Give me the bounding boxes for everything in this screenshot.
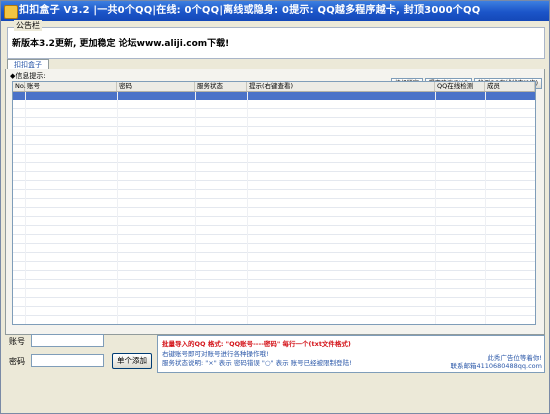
col-divider <box>247 92 248 324</box>
col-no[interactable]: No. <box>13 82 26 91</box>
account-label: 账号 <box>9 337 25 346</box>
title-bar[interactable]: 扣扣盒子 V3.2 |一共0个QQ|在线: 0个QQ|离线或隐身: 0提示: Q… <box>1 1 549 21</box>
notice-board: 公告栏 新版本3.2更新, 更加稳定 论坛www.aliji.com下载! <box>7 20 545 59</box>
main-window: 扣扣盒子 V3.2 |一共0个QQ|在线: 0个QQ|离线或隐身: 0提示: Q… <box>0 0 550 414</box>
help-box: 批量导入的QQ 格式: "QQ账号----密码" 每行一个(txt文件格式) 右… <box>157 335 545 373</box>
add-single-button[interactable]: 单个添加 <box>112 353 152 369</box>
window-title: 扣扣盒子 V3.2 |一共0个QQ|在线: 0个QQ|离线或隐身: 0提示: Q… <box>19 5 481 16</box>
notice-caption: 公告栏 <box>14 20 42 31</box>
col-divider <box>195 92 196 324</box>
col-member[interactable]: 成员 <box>485 82 535 91</box>
col-service-status[interactable]: 服务状态 <box>195 82 247 91</box>
password-label: 密码 <box>9 357 25 366</box>
col-divider <box>485 92 486 324</box>
col-divider <box>25 92 26 324</box>
col-divider <box>435 92 436 324</box>
info-label: ◆信息提示: <box>10 72 46 80</box>
account-input[interactable] <box>31 334 104 347</box>
account-table[interactable]: No. 账号 密码 服务状态 提示(右键查看) QQ在线检测 成员 <box>12 81 536 325</box>
col-hint[interactable]: 提示(右键查看) <box>247 82 435 91</box>
help-line-import: 批量导入的QQ 格式: "QQ账号----密码" 每行一个(txt文件格式) <box>162 340 351 348</box>
tab-panel: ◆信息提示: 挂机锁定提交建议/BUG检测QQ在线状态(1次) No. 账号 密… <box>5 69 545 335</box>
col-password[interactable]: 密码 <box>117 82 195 91</box>
app-icon <box>4 5 18 19</box>
col-account[interactable]: 账号 <box>25 82 117 91</box>
col-online-check[interactable]: QQ在线检测 <box>435 82 485 91</box>
selected-row[interactable] <box>13 92 535 100</box>
col-divider <box>117 92 118 324</box>
ad-line-2: 联系邮箱4110680488qq.com <box>450 362 542 370</box>
password-input[interactable] <box>31 354 104 367</box>
notice-text: 新版本3.2更新, 更加稳定 论坛www.aliji.com下载! <box>12 39 230 49</box>
table-header: No. 账号 密码 服务状态 提示(右键查看) QQ在线检测 成员 <box>13 82 535 92</box>
toolbar: 挂机锁定提交建议/BUG检测QQ在线状态(1次) <box>389 70 542 89</box>
